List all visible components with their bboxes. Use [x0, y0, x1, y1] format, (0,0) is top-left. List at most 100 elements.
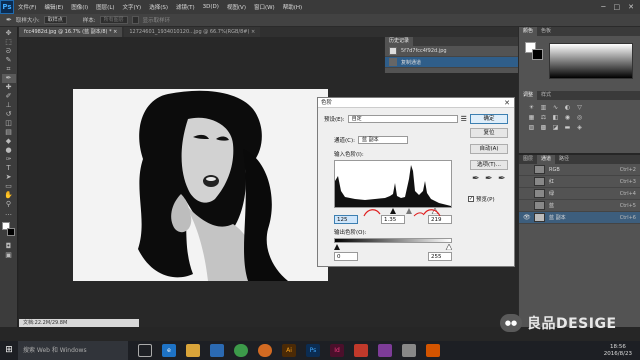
- illustrator-icon[interactable]: Ai: [282, 344, 296, 357]
- options-button[interactable]: 选项(T)...: [470, 160, 508, 170]
- firefox-icon[interactable]: [258, 344, 272, 357]
- preset-menu-icon[interactable]: ☰: [461, 115, 467, 123]
- tab-layers[interactable]: 图层: [519, 155, 537, 164]
- ok-button[interactable]: 确定: [470, 114, 508, 124]
- history-brush-icon[interactable]: ↺: [2, 110, 16, 119]
- menu-view[interactable]: 视图(V): [223, 3, 250, 11]
- healing-tool-icon[interactable]: ✚: [2, 83, 16, 92]
- tab-adjustments[interactable]: 调整: [519, 91, 538, 100]
- app-icon[interactable]: [378, 344, 392, 357]
- eyedropper-icon[interactable]: ✒: [6, 16, 12, 24]
- photo-filter-icon[interactable]: ◉: [563, 114, 572, 121]
- file-explorer-icon[interactable]: [186, 344, 200, 357]
- menu-filter[interactable]: 滤镜(T): [172, 3, 199, 11]
- vibrance-icon[interactable]: ▽: [575, 104, 584, 111]
- eraser-tool-icon[interactable]: ◫: [2, 119, 16, 128]
- close-icon[interactable]: ✕: [628, 3, 634, 11]
- color-swatches[interactable]: [1, 222, 16, 238]
- dodge-tool-icon[interactable]: ●: [2, 146, 16, 155]
- zoom-tool-icon[interactable]: ⚲: [2, 200, 16, 209]
- tab-styles[interactable]: 样式: [537, 91, 555, 100]
- levels-icon[interactable]: ▥: [539, 104, 548, 111]
- history-item-duplicate-channel[interactable]: 复制通道: [385, 57, 518, 68]
- history-item-snapshot[interactable]: 5f7d7fcc4f92d.jpg: [385, 46, 518, 57]
- color-background[interactable]: [532, 49, 543, 60]
- tab-document-1[interactable]: fcc4982d.jpg @ 16.7% (蓝 副本/8) * ×: [19, 27, 123, 37]
- close-icon[interactable]: ✕: [504, 98, 510, 108]
- eye-icon[interactable]: 👁: [523, 214, 531, 221]
- edge-icon[interactable]: e: [162, 344, 176, 357]
- invert-icon[interactable]: ▨: [527, 124, 536, 131]
- hue-icon[interactable]: ▦: [527, 114, 536, 121]
- more-tools-icon[interactable]: …: [2, 209, 16, 218]
- background-color[interactable]: [6, 228, 15, 236]
- preview-checkbox-row[interactable]: ✓ 预览(P): [468, 195, 495, 203]
- stamp-tool-icon[interactable]: ⊥: [2, 101, 16, 110]
- menu-3d[interactable]: 3D(D): [199, 4, 223, 10]
- tab-channels[interactable]: 通道: [537, 155, 556, 164]
- task-view-icon[interactable]: [138, 344, 152, 357]
- path-select-tool-icon[interactable]: ➤: [2, 173, 16, 182]
- channel-row-red[interactable]: 红 Ctrl+3: [519, 176, 640, 188]
- brightness-icon[interactable]: ☀: [527, 104, 536, 111]
- reset-button[interactable]: 复位: [470, 128, 508, 138]
- tab-document-2[interactable]: 12724601_1934010120...jpg @ 66.7%(RGB/8#…: [124, 27, 261, 37]
- black-eyedropper-icon[interactable]: ✒: [472, 174, 480, 184]
- input-black-field[interactable]: 125: [334, 215, 358, 224]
- color-panel-swatches[interactable]: [525, 42, 545, 60]
- type-tool-icon[interactable]: T: [2, 164, 16, 173]
- show-ring-checkbox[interactable]: [131, 16, 139, 24]
- curves-icon[interactable]: ∿: [551, 104, 560, 111]
- indesign-icon[interactable]: Id: [330, 344, 344, 357]
- tab-color[interactable]: 颜色: [519, 27, 538, 36]
- app-icon[interactable]: [426, 344, 440, 357]
- brush-tool-icon[interactable]: ✐: [2, 92, 16, 101]
- app-icon[interactable]: [354, 344, 368, 357]
- menu-file[interactable]: 文件(F): [14, 3, 40, 11]
- menu-type[interactable]: 文字(Y): [119, 3, 146, 11]
- start-icon[interactable]: ⊞: [0, 341, 18, 360]
- lasso-tool-icon[interactable]: ᘐ: [2, 47, 16, 56]
- gradient-tool-icon[interactable]: ▤: [2, 128, 16, 137]
- output-white-field[interactable]: 255: [428, 252, 452, 261]
- chrome-icon[interactable]: [234, 344, 248, 357]
- move-tool-icon[interactable]: ✥: [2, 29, 16, 38]
- crop-tool-icon[interactable]: ⌗: [2, 65, 16, 74]
- hand-tool-icon[interactable]: ✋: [2, 191, 16, 200]
- output-slider-track[interactable]: [334, 243, 453, 251]
- preset-select[interactable]: 自定: [347, 115, 458, 123]
- black-white-icon[interactable]: ◧: [551, 114, 560, 121]
- threshold-icon[interactable]: ◪: [551, 124, 560, 131]
- minimize-icon[interactable]: ─: [601, 3, 605, 11]
- auto-button[interactable]: 自动(A): [470, 144, 508, 154]
- channel-select[interactable]: 蓝 副本: [358, 136, 408, 144]
- channel-row-rgb[interactable]: RGB Ctrl+2: [519, 164, 640, 176]
- menu-layer[interactable]: 图层(L): [92, 3, 118, 11]
- quick-mask-icon[interactable]: ◘: [2, 242, 16, 251]
- taskbar-clock[interactable]: 18:56 2016/8/23: [604, 344, 640, 358]
- marquee-tool-icon[interactable]: ⬚: [2, 38, 16, 47]
- app-icon[interactable]: [402, 344, 416, 357]
- channel-row-blue-copy[interactable]: 👁 蓝 副本 Ctrl+6: [519, 212, 640, 224]
- menu-help[interactable]: 帮助(H): [279, 3, 306, 11]
- exposure-icon[interactable]: ◐: [563, 104, 572, 111]
- color-balance-icon[interactable]: ⚖: [539, 114, 548, 121]
- levels-title-bar[interactable]: 色阶 ✕: [318, 98, 514, 108]
- sample-size-select[interactable]: 取样点: [43, 16, 67, 24]
- blur-tool-icon[interactable]: ◆: [2, 137, 16, 146]
- store-icon[interactable]: [210, 344, 224, 357]
- white-eyedropper-icon[interactable]: ✒: [498, 174, 506, 184]
- tab-swatches[interactable]: 色板: [537, 27, 555, 36]
- output-black-field[interactable]: 0: [334, 252, 358, 261]
- channel-row-green[interactable]: 绿 Ctrl+4: [519, 188, 640, 200]
- preview-checkbox[interactable]: ✓: [468, 196, 474, 202]
- pen-tool-icon[interactable]: ✑: [2, 155, 16, 164]
- menu-image[interactable]: 图像(I): [67, 3, 92, 11]
- eyedropper-tool-icon[interactable]: ✒: [1, 74, 16, 83]
- selective-color-icon[interactable]: ◈: [575, 124, 584, 131]
- menu-select[interactable]: 选择(S): [145, 3, 172, 11]
- color-ramp[interactable]: [549, 43, 633, 79]
- tab-history[interactable]: 历史记录: [385, 37, 414, 46]
- maximize-icon[interactable]: □: [614, 3, 621, 11]
- channel-mixer-icon[interactable]: ◎: [575, 114, 584, 121]
